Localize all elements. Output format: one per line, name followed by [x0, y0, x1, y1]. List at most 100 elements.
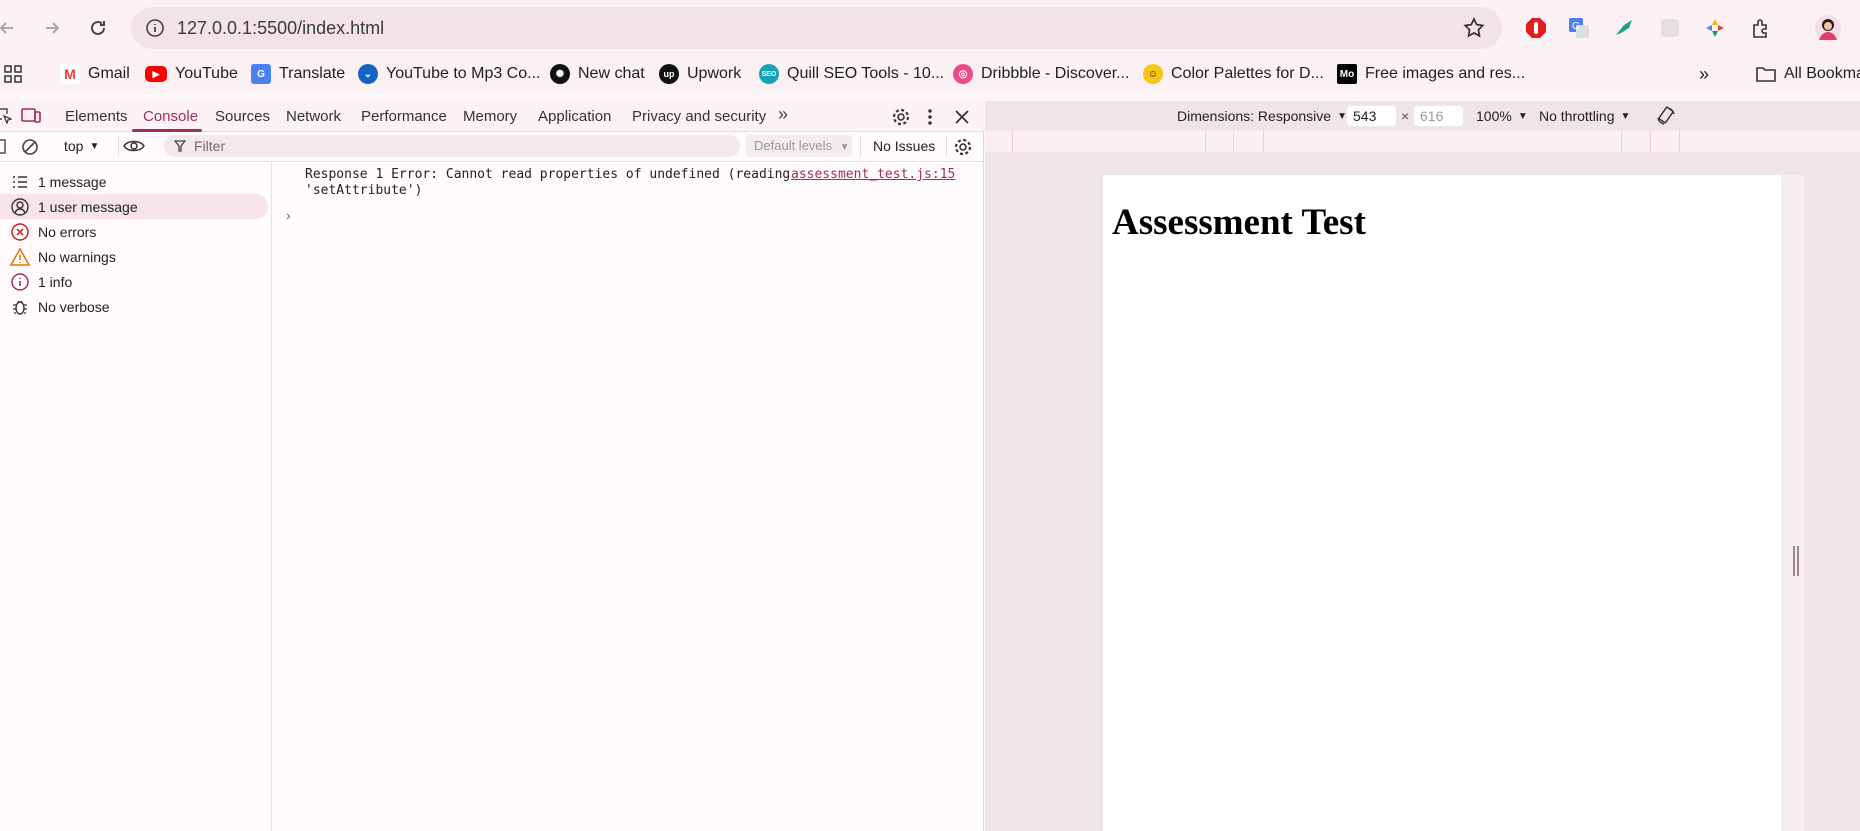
tab-network[interactable]: Network	[286, 108, 341, 125]
address-bar[interactable]: 127.0.0.1:5500/index.html	[131, 7, 1502, 49]
sidebar-item-info[interactable]: 1 info	[0, 269, 268, 294]
forward-icon	[46, 22, 60, 34]
sidebar-item-warnings[interactable]: No warnings	[0, 244, 268, 269]
medium-icon: Mo	[1337, 64, 1357, 84]
tab-console[interactable]: Console	[143, 108, 198, 125]
divider	[946, 136, 947, 156]
seo-icon: SEO	[759, 64, 779, 84]
page-title: Assessment Test	[1112, 202, 1366, 243]
bug-icon	[10, 297, 30, 317]
back-button[interactable]	[0, 13, 22, 43]
browser-toolbar: 127.0.0.1:5500/index.html G	[0, 0, 1860, 57]
settings-gear-icon[interactable]	[891, 107, 911, 127]
dropdown-caret-icon: ▼	[839, 142, 850, 153]
console-source-link[interactable]: assessment_test.js:15	[791, 167, 955, 182]
dimensions-dropdown[interactable]: Dimensions: Responsive ▼	[1177, 108, 1347, 124]
throttling-dropdown[interactable]: No throttling ▼	[1539, 108, 1630, 124]
console-error-message: Response 1 Error: Cannot read properties…	[305, 167, 791, 198]
kebab-menu-icon[interactable]	[925, 108, 935, 126]
bookmark-gmail[interactable]: M Gmail	[60, 62, 130, 86]
profile-avatar[interactable]	[1813, 13, 1843, 43]
zoom-dropdown[interactable]: 100% ▼	[1476, 108, 1528, 124]
bookmarks-bar: M Gmail ▶ YouTube G Translate ⌄ YouTube …	[0, 57, 1860, 90]
tab-memory[interactable]: Memory	[463, 108, 517, 125]
adblock-extension-icon[interactable]	[1523, 15, 1549, 41]
double-chevron-right-icon: »	[1699, 63, 1710, 84]
bookmark-new-chat[interactable]: ✺ New chat	[550, 62, 645, 86]
bookmark-upwork[interactable]: up Upwork	[659, 62, 741, 86]
blank-extension-icon[interactable]	[1657, 15, 1683, 41]
back-icon	[0, 22, 13, 34]
media-query-ruler	[985, 131, 1860, 152]
divider	[118, 136, 119, 156]
svg-text:G: G	[1572, 21, 1580, 32]
tab-performance[interactable]: Performance	[361, 108, 447, 125]
apps-grid-icon[interactable]	[4, 62, 22, 86]
tab-privacy-security[interactable]: Privacy and security	[632, 108, 766, 125]
colorful-extension-icon[interactable]	[1702, 15, 1728, 41]
sidebar-item-messages[interactable]: 1 message	[0, 169, 268, 194]
site-info-icon[interactable]	[145, 18, 165, 38]
height-input[interactable]: 616	[1414, 106, 1463, 126]
all-bookmarks-folder[interactable]: All Bookma	[1756, 62, 1860, 86]
sidebar-toggle-icon[interactable]	[0, 139, 6, 155]
dropdown-caret-icon: ▼	[89, 140, 100, 152]
bookmark-quill-seo[interactable]: SEO Quill SEO Tools - 10...	[759, 62, 944, 86]
filter-funnel-icon	[174, 140, 186, 152]
sidebar-item-verbose[interactable]: No verbose	[0, 294, 268, 319]
console-toolbar: top ▼ Filter Default levels ▼ No Issues	[0, 132, 984, 162]
sidebar-item-errors[interactable]: No errors	[0, 219, 268, 244]
bookmark-youtube-mp3[interactable]: ⌄ YouTube to Mp3 Co...	[358, 62, 540, 86]
clear-console-icon[interactable]	[21, 138, 39, 156]
bookmark-dribbble[interactable]: ◎ Dribbble - Discover...	[953, 62, 1130, 86]
device-toolbar-icon[interactable]	[21, 107, 41, 125]
device-emulation-area: Dimensions: Responsive ▼ 543 × 616 100% …	[985, 101, 1860, 831]
reload-icon	[91, 20, 105, 35]
bookmark-youtube[interactable]: ▶ YouTube	[145, 62, 238, 86]
tab-sources[interactable]: Sources	[215, 108, 270, 125]
google-translate-extension-icon[interactable]: G	[1566, 15, 1592, 41]
live-expression-eye-icon[interactable]	[123, 139, 145, 153]
divider	[860, 136, 861, 156]
tab-application[interactable]: Application	[538, 108, 611, 125]
sidebar-item-user-messages[interactable]: 1 user message	[0, 194, 268, 219]
bookmarks-overflow-button[interactable]: »	[1699, 62, 1709, 86]
width-input[interactable]: 543	[1347, 106, 1396, 126]
bookmark-free-images[interactable]: Mo Free images and res...	[1337, 62, 1525, 86]
dropdown-caret-icon: ▼	[1517, 110, 1528, 122]
translate-icon: G	[251, 64, 271, 84]
rotate-device-icon[interactable]	[1656, 106, 1676, 126]
viewport-resize-handle[interactable]	[1793, 546, 1799, 576]
console-settings-gear-icon[interactable]	[953, 137, 973, 157]
log-levels-dropdown[interactable]: Default levels ▼	[746, 135, 852, 157]
close-devtools-icon[interactable]	[954, 109, 970, 125]
more-tabs-icon[interactable]: »	[778, 104, 788, 125]
devtools-panel: Elements Console Sources Network Perform…	[0, 101, 984, 831]
folder-icon	[1756, 67, 1776, 82]
list-icon	[10, 172, 30, 192]
url-text[interactable]: 127.0.0.1:5500/index.html	[177, 18, 384, 39]
emulated-page: Assessment Test	[1103, 175, 1788, 831]
dribbble-icon: ◎	[953, 64, 973, 84]
dropdown-caret-icon: ▼	[1337, 110, 1347, 122]
hummingbird-extension-icon[interactable]	[1611, 15, 1637, 41]
forward-button[interactable]	[37, 13, 67, 43]
issues-counter[interactable]: No Issues	[873, 138, 935, 154]
reload-button[interactable]	[83, 13, 113, 43]
bookmark-color-palettes[interactable]: ☺ Color Palettes for D...	[1143, 62, 1324, 86]
device-toolbar: Dimensions: Responsive ▼ 543 × 616 100% …	[985, 101, 1860, 131]
extensions-icon[interactable]	[1748, 15, 1774, 41]
filter-input[interactable]: Filter	[164, 135, 740, 157]
bookmark-star-icon[interactable]	[1462, 16, 1486, 40]
warning-icon	[10, 247, 30, 267]
upwork-icon: up	[659, 64, 679, 84]
inspect-element-icon[interactable]	[0, 108, 12, 124]
context-selector[interactable]: top ▼	[64, 138, 99, 154]
gmail-icon: M	[60, 64, 80, 84]
youtube-mp3-icon: ⌄	[358, 64, 378, 84]
info-icon	[10, 272, 30, 292]
dropdown-caret-icon: ▼	[1620, 110, 1631, 122]
bookmark-translate[interactable]: G Translate	[251, 62, 345, 86]
console-prompt-chevron-icon[interactable]: ›	[286, 207, 291, 223]
tab-elements[interactable]: Elements	[65, 108, 128, 125]
